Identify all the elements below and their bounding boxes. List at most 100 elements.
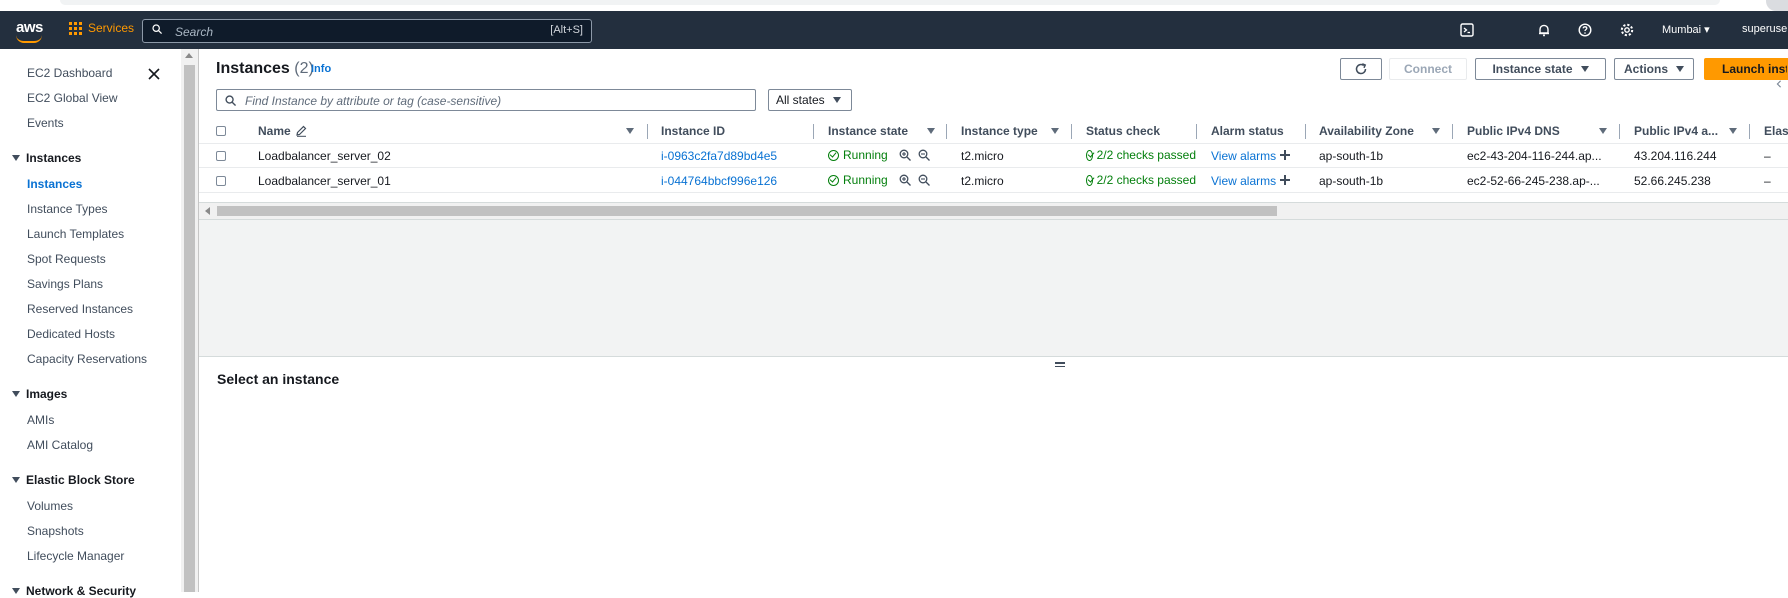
caret-down-icon [12,477,20,483]
column-separator[interactable] [1452,124,1453,139]
instance-filter-box[interactable] [216,89,756,111]
column-header-instance-id[interactable]: Instance ID [661,124,725,138]
column-header-public-ipv4-dns[interactable]: Public IPv4 DNS [1467,124,1560,138]
sidebar-item-events[interactable]: Events [27,116,64,130]
sidebar-scrollbar[interactable] [181,49,199,592]
row-select-checkbox[interactable] [216,176,226,186]
notifications-bell-icon[interactable] [1535,21,1553,39]
column-header-instance-state[interactable]: Instance state [828,124,908,138]
sidebar-item-capacity-reservations[interactable]: Capacity Reservations [27,352,147,366]
sidebar-item-launch-templates[interactable]: Launch Templates [27,227,124,241]
sidebar-item-instances[interactable]: Instances [27,177,82,191]
sort-triangle-icon[interactable] [927,128,935,134]
view-alarms-link[interactable]: View alarms [1211,174,1276,188]
cell-instance-id-link[interactable]: i-0963c2fa7d89bd4e5 [661,149,777,163]
sort-triangle-icon[interactable] [1432,128,1440,134]
sidebar-section-instances[interactable]: Instances [12,151,81,165]
page-title-text: Instances [216,60,290,77]
column-separator[interactable] [1749,124,1750,139]
sort-triangle-icon[interactable] [1729,128,1737,134]
caret-down-icon [12,155,20,161]
edit-pencil-icon[interactable] [295,125,307,137]
services-menu-button[interactable]: Services [69,21,134,35]
cloudshell-icon[interactable] [1458,21,1476,39]
add-alarm-plus-icon[interactable] [1280,175,1290,185]
sort-triangle-icon[interactable] [1051,128,1059,134]
global-search-input[interactable] [173,22,537,42]
column-separator[interactable] [813,124,814,139]
zoom-out-icon[interactable] [918,149,930,161]
sidebar-section-elastic-block-store[interactable]: Elastic Block Store [12,473,135,487]
account-menu[interactable]: superuser [1742,23,1788,35]
zoom-in-icon[interactable] [899,174,911,186]
cell-public-ipv4-address: 52.66.245.238 [1634,174,1711,188]
view-alarms-link[interactable]: View alarms [1211,149,1276,163]
sidebar-item-ec2-global-view[interactable]: EC2 Global View [27,91,118,105]
sidebar-section-network-security[interactable]: Network & Security [12,584,136,598]
sidebar-item-ami-catalog[interactable]: AMI Catalog [27,438,93,452]
instance-state-button[interactable]: Instance state [1475,58,1606,80]
table-scrollbar-thumb[interactable] [217,206,1277,216]
column-separator[interactable] [946,124,947,139]
caret-down-icon [1580,66,1589,72]
column-header-elastic-ip[interactable]: Elastic IP [1764,124,1788,138]
sort-triangle-icon[interactable] [626,128,634,134]
column-separator[interactable] [1196,124,1197,139]
connect-button[interactable]: Connect [1389,58,1467,80]
aws-logo[interactable]: aws [14,17,46,43]
sidebar-item-lifecycle-manager[interactable]: Lifecycle Manager [27,549,124,563]
table-row[interactable]: Loadbalancer_server_02 i-0963c2fa7d89bd4… [199,143,1788,168]
aws-logo-text: aws [16,19,43,36]
column-header-alarm-status[interactable]: Alarm status [1211,124,1284,138]
table-row[interactable]: Loadbalancer_server_01 i-044764bbcf996e1… [199,168,1788,193]
help-icon[interactable] [1576,21,1594,39]
column-header-availability-zone[interactable]: Availability Zone [1319,124,1414,138]
sidebar-item-volumes[interactable]: Volumes [27,499,73,513]
column-header-status-check[interactable]: Status check [1086,124,1160,138]
success-check-icon [1086,149,1093,161]
sidebar-item-savings-plans[interactable]: Savings Plans [27,277,103,291]
scroll-left-arrow-icon[interactable] [205,207,210,215]
close-sidebar-icon[interactable] [146,66,162,82]
instance-filter-input[interactable] [243,92,747,110]
sidebar-item-reserved-instances[interactable]: Reserved Instances [27,302,133,316]
sidebar-item-instance-types[interactable]: Instance Types [27,202,108,216]
zoom-out-icon[interactable] [918,174,930,186]
column-separator[interactable] [1071,124,1072,139]
column-separator[interactable] [1619,124,1620,139]
instance-states-select[interactable]: All states [768,89,852,111]
sidebar-item-dedicated-hosts[interactable]: Dedicated Hosts [27,327,115,341]
zoom-in-icon[interactable] [899,149,911,161]
sidebar-item-ec2-dashboard[interactable]: EC2 Dashboard [27,66,112,80]
select-all-checkbox[interactable] [216,126,226,136]
sidebar-item-snapshots[interactable]: Snapshots [27,524,84,538]
table-horizontal-scrollbar[interactable] [199,202,1788,220]
column-separator[interactable] [1305,124,1306,139]
sidebar-scrollbar-thumb[interactable] [184,65,195,592]
global-search-box[interactable]: [Alt+S] [142,19,592,43]
info-link[interactable]: Info [311,63,331,75]
sort-triangle-icon[interactable] [1599,128,1607,134]
sidebar-section-images[interactable]: Images [12,387,67,401]
resize-handle-icon[interactable] [1055,362,1065,368]
column-separator[interactable] [647,124,648,139]
refresh-button[interactable] [1340,58,1382,80]
column-header-name[interactable]: Name [258,124,307,138]
instance-state-button-label: Instance state [1492,62,1573,76]
chevron-left-icon[interactable] [1775,80,1783,88]
scroll-up-arrow-icon[interactable] [185,53,193,58]
column-header-instance-type[interactable]: Instance type [961,124,1038,138]
add-alarm-plus-icon[interactable] [1280,150,1290,160]
actions-button[interactable]: Actions [1614,58,1694,80]
sidebar-item-spot-requests[interactable]: Spot Requests [27,252,106,266]
cell-instance-id-link[interactable]: i-044764bbcf996e126 [661,174,777,188]
panel-splitter[interactable] [199,356,1788,357]
caret-down-icon [12,391,20,397]
row-select-checkbox[interactable] [216,151,226,161]
column-header-public-ipv4-address[interactable]: Public IPv4 a... [1634,124,1718,138]
region-selector[interactable]: Mumbai ▾ [1662,23,1710,36]
launch-instances-button[interactable]: Launch instances [1704,58,1788,80]
settings-gear-icon[interactable] [1618,21,1636,39]
sidebar-item-amis[interactable]: AMIs [27,413,54,427]
status-check-text: 2/2 checks passed [1096,173,1196,187]
